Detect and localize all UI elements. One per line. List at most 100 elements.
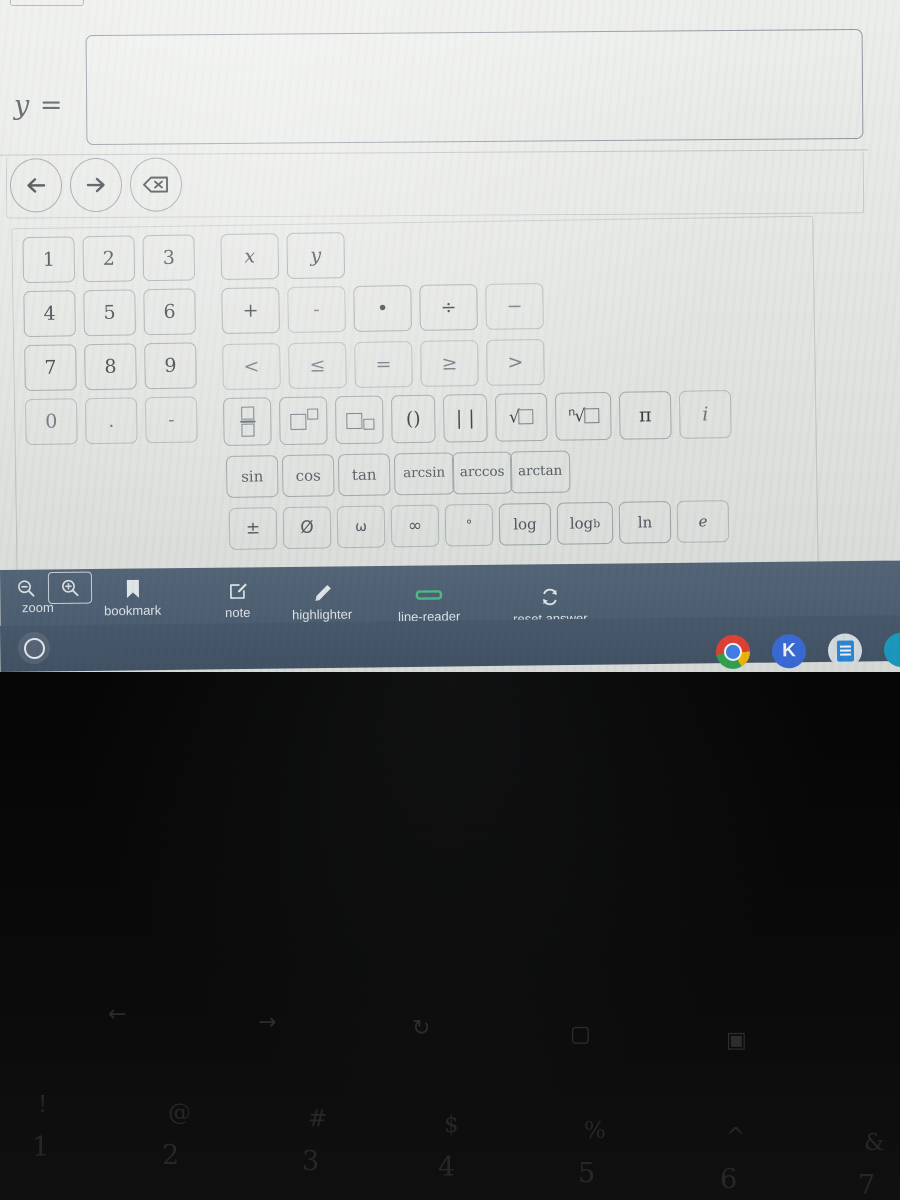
key-arctan[interactable]: arctan (509, 450, 571, 494)
key-7[interactable]: 7 (24, 344, 77, 392)
launcher-button[interactable] (17, 631, 51, 665)
key-equals[interactable]: = (354, 341, 413, 388)
kb-reload-key[interactable]: ↻ (412, 1016, 430, 1041)
key-cos[interactable]: cos (281, 454, 335, 498)
answer-input[interactable] (85, 28, 864, 146)
key-nth-root[interactable]: n√ (554, 391, 612, 441)
bookmark-icon (124, 578, 140, 600)
kb-key-3-symbol: # (308, 1106, 328, 1132)
kb-key-5[interactable]: % 5 (578, 1118, 606, 1189)
arrow-left-icon (27, 178, 46, 193)
key-decimal-point[interactable]: . (84, 397, 138, 445)
key-log-base-subscript: b (593, 516, 601, 530)
key-3[interactable]: 3 (142, 234, 196, 282)
key-plus[interactable]: + (221, 287, 280, 335)
line-reader-tool[interactable]: line-reader (398, 584, 460, 624)
key-8[interactable]: 8 (84, 343, 137, 391)
key-minus-sign[interactable]: - (144, 396, 198, 444)
arrow-right-icon (86, 177, 105, 193)
kb-key-7-symbol: & (864, 1130, 885, 1156)
key-variable-x[interactable]: x (220, 233, 280, 281)
backspace-button[interactable] (129, 157, 183, 212)
key-tan[interactable]: tan (337, 453, 391, 497)
subscript-icon (345, 410, 374, 430)
kb-fullscreen-key[interactable]: ▢ (570, 1022, 591, 1047)
bookmark-label: bookmark (104, 602, 162, 619)
kb-key-6-digit: 6 (720, 1164, 738, 1195)
answer-row: y = (0, 28, 884, 150)
key-minus[interactable]: - (287, 286, 346, 333)
shelf-app-chrome[interactable] (715, 634, 751, 670)
note-label: note (225, 604, 251, 621)
note-tool[interactable]: note (225, 580, 251, 620)
backspace-icon (143, 176, 168, 193)
key-euler-label: e (698, 511, 708, 531)
key-superscript[interactable] (278, 396, 328, 446)
keyboard-function-row: ← → ↻ ▢ ▣ (0, 1002, 900, 1062)
key-arcsin[interactable]: arcsin (393, 452, 455, 496)
highlighter-tool[interactable]: highlighter (292, 582, 353, 623)
nav-buttons (9, 157, 183, 213)
key-parentheses[interactable]: () (390, 394, 436, 444)
key-greater-than[interactable]: > (486, 338, 545, 386)
key-divide[interactable]: ÷ (419, 284, 478, 331)
key-2[interactable]: 2 (82, 235, 136, 283)
key-multiply[interactable]: • (353, 285, 412, 332)
key-ln[interactable]: ln (618, 500, 672, 544)
key-4[interactable]: 4 (23, 290, 76, 338)
move-right-button[interactable] (69, 157, 123, 213)
key-imaginary-unit[interactable]: i (678, 390, 732, 439)
key-empty-set[interactable]: Ø (282, 506, 332, 550)
kb-key-4[interactable]: $ 4 (438, 1112, 459, 1183)
key-pi[interactable]: π (618, 390, 672, 440)
key-variable-y[interactable]: y (286, 232, 346, 279)
kb-overview-key[interactable]: ▣ (726, 1028, 747, 1053)
kb-key-2[interactable]: @ 2 (162, 1100, 191, 1171)
key-euler-e[interactable]: e (676, 500, 730, 543)
line-reader-icon (415, 584, 443, 606)
key-fraction[interactable] (222, 397, 272, 447)
key-less-equal[interactable]: ≤ (288, 342, 347, 389)
key-infinity[interactable]: ∞ (390, 504, 440, 548)
zoom-in-button[interactable] (47, 571, 93, 604)
key-5[interactable]: 5 (83, 289, 136, 337)
key-arccos[interactable]: arccos (451, 451, 513, 495)
kb-back-key[interactable]: ← (108, 1002, 126, 1027)
kb-key-3[interactable]: # 3 (302, 1106, 328, 1177)
key-less-than[interactable]: < (222, 343, 281, 391)
shelf-app-kami[interactable]: K (771, 634, 807, 669)
move-left-button[interactable] (9, 158, 63, 213)
kb-key-7[interactable]: & 7 (858, 1130, 885, 1200)
kb-key-1[interactable]: ! 1 (32, 1092, 49, 1163)
key-square-root[interactable]: √ (494, 392, 548, 442)
key-subscript[interactable] (334, 395, 384, 445)
nth-root-icon: n√ (567, 405, 600, 426)
key-sin[interactable]: sin (225, 455, 279, 498)
kb-key-2-digit: 2 (162, 1140, 180, 1171)
kb-key-6-symbol: ^ (726, 1124, 746, 1150)
kb-key-4-digit: 4 (438, 1152, 456, 1183)
shelf-app-docs[interactable] (827, 633, 863, 668)
fraction-icon (239, 406, 255, 437)
key-greater-equal[interactable]: ≥ (420, 340, 479, 387)
key-negative[interactable]: − (485, 282, 544, 330)
key-degree[interactable]: ° (444, 503, 494, 547)
key-absolute-value[interactable]: | | (442, 393, 488, 443)
bookmark-tool[interactable]: bookmark (104, 578, 162, 619)
key-1[interactable]: 1 (22, 236, 76, 284)
highlighter-label: highlighter (292, 606, 353, 623)
kb-key-6[interactable]: ^ 6 (720, 1124, 746, 1195)
key-log[interactable]: log (498, 502, 552, 546)
key-omega[interactable]: ω (336, 505, 386, 549)
key-variable-x-label: x (244, 244, 256, 268)
key-log-base-b[interactable]: log b (556, 501, 614, 545)
key-6[interactable]: 6 (143, 288, 196, 336)
key-plus-minus[interactable]: ± (228, 507, 278, 550)
answer-prefix-label: y = (14, 90, 64, 121)
shelf-app-extra[interactable] (883, 632, 900, 668)
key-9[interactable]: 9 (144, 342, 197, 390)
note-icon (227, 580, 247, 602)
kb-key-1-digit: 1 (32, 1132, 50, 1163)
kb-forward-key[interactable]: → (258, 1010, 276, 1035)
key-0[interactable]: 0 (24, 398, 78, 446)
